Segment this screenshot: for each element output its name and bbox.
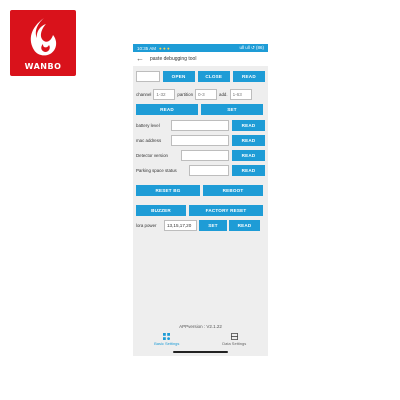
channel-label: channel [136, 92, 152, 97]
battery-level-label: battery level [136, 123, 160, 128]
battery-read-button[interactable]: READ [232, 120, 265, 131]
bottom-nav: Basic Settings Data Settings [133, 333, 268, 349]
nav-data-settings[interactable]: Data Settings [201, 333, 269, 349]
detector-version-input[interactable] [181, 150, 229, 161]
mac-address-input[interactable] [171, 135, 229, 146]
lora-power-label: lora power [136, 223, 157, 228]
add-label: add. [219, 92, 228, 97]
detector-version-label: Detector version [136, 153, 168, 158]
reset-bg-button[interactable]: RESET BG [136, 185, 200, 196]
status-time: 10:35 AM [137, 45, 157, 51]
phone-screen: 10:35 AM ● ● ● ull ull ↺ (86) ← paste de… [133, 44, 268, 356]
lora-power-input[interactable]: 13,15,17,20 [164, 220, 197, 231]
parking-status-input[interactable] [189, 165, 229, 176]
parking-read-button[interactable]: READ [232, 165, 265, 176]
reboot-button[interactable]: REBOOT [203, 185, 263, 196]
flame-logo-icon [30, 18, 57, 56]
grid-icon [163, 333, 171, 340]
add-input[interactable]: 1-63 [229, 89, 252, 100]
detector-read-button[interactable]: READ [232, 150, 265, 161]
home-indicator [173, 351, 228, 353]
partition-input[interactable]: 0-3 [195, 89, 218, 100]
nav-basic-settings[interactable]: Basic Settings [133, 333, 201, 349]
wanbo-logo: WANBO [10, 10, 76, 76]
parking-status-label: Parking space status [136, 168, 177, 173]
open-button[interactable]: OPEN [162, 71, 195, 82]
nav-data-label: Data Settings [222, 341, 247, 346]
app-bar: ← paste debugging tool [133, 52, 268, 66]
factory-reset-button[interactable]: FACTORY RESET [189, 205, 263, 216]
database-icon [230, 333, 238, 340]
status-right: ull ull ↺ (86) [239, 45, 264, 50]
back-arrow-icon[interactable]: ← [136, 55, 146, 63]
brand-name: WANBO [24, 62, 62, 71]
app-version: APPversion : V2.1.22 [179, 324, 222, 329]
buzzer-button[interactable]: BUZZER [136, 205, 186, 216]
params-set-button[interactable]: SET [201, 104, 263, 115]
close-button[interactable]: CLOSE [197, 71, 230, 82]
partition-label: partition [177, 92, 194, 97]
battery-level-input[interactable] [171, 120, 229, 131]
lora-read-button[interactable]: READ [229, 220, 260, 231]
page-title: paste debugging tool [150, 56, 197, 62]
status-bar: 10:35 AM ● ● ● ull ull ↺ (86) [133, 44, 268, 52]
nav-basic-label: Basic Settings [154, 341, 180, 346]
connection-read-button[interactable]: READ [232, 71, 266, 82]
lora-set-button[interactable]: SET [199, 220, 227, 231]
params-read-button[interactable]: READ [136, 104, 198, 115]
port-input[interactable] [136, 71, 160, 82]
status-indicators: ● ● ● [159, 45, 170, 51]
mac-read-button[interactable]: READ [232, 135, 265, 146]
mac-address-label: mac address [136, 138, 162, 143]
channel-input[interactable]: 1-32 [153, 89, 176, 100]
